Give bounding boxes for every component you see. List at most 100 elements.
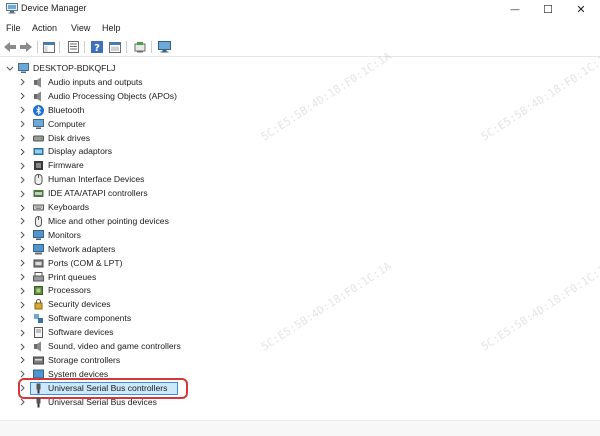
chevron-right-icon[interactable] xyxy=(17,173,27,186)
help-icon: ? xyxy=(91,41,103,53)
chevron-right-icon[interactable] xyxy=(17,298,27,311)
tree-item-label: Computer xyxy=(48,118,86,129)
menu-view[interactable]: View xyxy=(71,23,90,33)
chevron-right-icon[interactable] xyxy=(17,215,27,228)
tree-root-label: DESKTOP-BDKQFLJ xyxy=(33,63,116,73)
tree-item[interactable]: Universal Serial Bus controllers xyxy=(0,382,600,395)
tree-item[interactable]: Audio Processing Objects (APOs) xyxy=(0,90,600,103)
scan-hardware-icon xyxy=(157,41,171,53)
tree-root[interactable]: DESKTOP-BDKQFLJ xyxy=(0,62,600,75)
close-icon: ✕ xyxy=(576,3,586,16)
software-component-icon xyxy=(34,314,43,324)
tree-item[interactable]: Firmware xyxy=(0,159,600,172)
chevron-right-icon[interactable] xyxy=(17,104,27,117)
forward-button[interactable] xyxy=(19,40,33,54)
toolbar-separator xyxy=(126,41,127,53)
chevron-right-icon[interactable] xyxy=(17,396,27,409)
tree-item[interactable]: Disk drives xyxy=(0,132,600,145)
chevron-right-icon[interactable] xyxy=(17,340,27,353)
storage-controller-icon xyxy=(33,356,44,365)
speaker-icon xyxy=(34,77,41,88)
monitor-icon xyxy=(33,229,44,240)
network-adapter-icon xyxy=(33,243,44,255)
tree-item[interactable]: Display adaptors xyxy=(0,145,600,158)
close-button[interactable]: ✕ xyxy=(566,0,596,18)
mouse-icon xyxy=(35,215,42,227)
tree-item[interactable]: Ports (COM & LPT) xyxy=(0,257,600,270)
chevron-right-icon[interactable] xyxy=(17,145,27,158)
audio-processing-icon xyxy=(34,91,41,102)
chevron-right-icon[interactable] xyxy=(17,257,27,270)
tree-item-label: Audio inputs and outputs xyxy=(48,76,143,87)
chevron-right-icon[interactable] xyxy=(17,229,27,242)
window-title: Device Manager xyxy=(21,3,87,13)
horizontal-scrollbar[interactable] xyxy=(0,420,600,436)
menu-help[interactable]: Help xyxy=(102,23,121,33)
tree-item-label: Monitors xyxy=(48,229,81,240)
tree-item-label: IDE ATA/ATAPI controllers xyxy=(48,188,148,199)
tree-item[interactable]: Monitors xyxy=(0,229,600,242)
chevron-right-icon[interactable] xyxy=(17,312,27,325)
chevron-right-icon[interactable] xyxy=(17,243,27,256)
menu-action[interactable]: Action xyxy=(32,23,57,33)
tree-item[interactable]: Audio inputs and outputs xyxy=(0,76,600,89)
hid-icon xyxy=(34,174,43,186)
properties-button[interactable] xyxy=(66,40,80,54)
chevron-right-icon[interactable] xyxy=(17,382,27,395)
chevron-right-icon[interactable] xyxy=(17,132,27,145)
tree-item-label: Keyboards xyxy=(48,202,90,212)
tree-item[interactable]: Security devices xyxy=(0,298,600,311)
chevron-right-icon[interactable] xyxy=(17,354,27,367)
chevron-right-icon[interactable] xyxy=(17,76,27,89)
tree-item[interactable]: IDE ATA/ATAPI controllers xyxy=(0,187,600,200)
tree-item-label: Security devices xyxy=(48,299,111,310)
tree-item[interactable]: Network adapters xyxy=(0,243,600,256)
disk-drive-icon xyxy=(33,135,44,141)
scan-hardware-button[interactable] xyxy=(157,40,171,54)
view-resources-button[interactable] xyxy=(108,40,122,54)
toolbar: ? xyxy=(0,37,600,57)
tree-item[interactable]: Keyboards xyxy=(0,201,600,214)
update-driver-icon xyxy=(134,42,146,53)
tree-item-label: Processors xyxy=(48,285,91,296)
help-button[interactable]: ? xyxy=(90,40,104,54)
tree-item[interactable]: Universal Serial Bus devices xyxy=(0,396,600,409)
view-resources-icon xyxy=(109,41,121,53)
minimize-button[interactable]: — xyxy=(500,0,530,18)
tree-item[interactable]: Storage controllers xyxy=(0,354,600,367)
forward-arrow-icon xyxy=(20,42,32,52)
chevron-right-icon[interactable] xyxy=(17,159,27,172)
tree-item[interactable]: Processors xyxy=(0,284,600,297)
tree-item-label: Universal Serial Bus controllers xyxy=(48,382,168,393)
toolbar-separator xyxy=(59,41,60,53)
show-hide-tree-button[interactable] xyxy=(42,40,56,54)
chevron-right-icon[interactable] xyxy=(17,118,27,131)
tree-item[interactable]: Mice and other pointing devices xyxy=(0,215,600,228)
chevron-right-icon[interactable] xyxy=(17,90,27,103)
tree-item[interactable]: Sound, video and game controllers xyxy=(0,340,600,353)
maximize-button[interactable]: ☐ xyxy=(533,0,563,18)
tree-item-label: Software devices xyxy=(48,327,114,338)
keyboard-icon xyxy=(33,204,44,211)
chevron-right-icon[interactable] xyxy=(17,284,27,297)
show-hide-tree-icon xyxy=(43,41,55,53)
menu-bar: File Action View Help xyxy=(0,20,600,36)
security-device-icon xyxy=(34,299,43,310)
chevron-right-icon[interactable] xyxy=(17,187,27,200)
chevron-right-icon[interactable] xyxy=(17,271,27,284)
ide-controller-icon xyxy=(33,190,44,198)
back-button[interactable] xyxy=(3,40,17,54)
software-device-icon xyxy=(34,327,43,339)
ports-icon xyxy=(33,259,44,268)
chevron-right-icon[interactable] xyxy=(17,201,27,214)
update-driver-button[interactable] xyxy=(133,40,147,54)
chevron-right-icon[interactable] xyxy=(17,326,27,339)
menu-file[interactable]: File xyxy=(6,23,21,33)
title-bar: Device Manager — ☐ ✕ xyxy=(0,0,600,18)
firmware-icon xyxy=(34,161,43,171)
tree-item[interactable]: Human Interface Devices xyxy=(0,173,600,186)
chevron-down-icon[interactable] xyxy=(5,62,15,75)
tree-item[interactable]: Print queues xyxy=(0,271,600,284)
svg-text:?: ? xyxy=(94,43,100,53)
tree-item-label: Display adaptors xyxy=(48,146,113,157)
